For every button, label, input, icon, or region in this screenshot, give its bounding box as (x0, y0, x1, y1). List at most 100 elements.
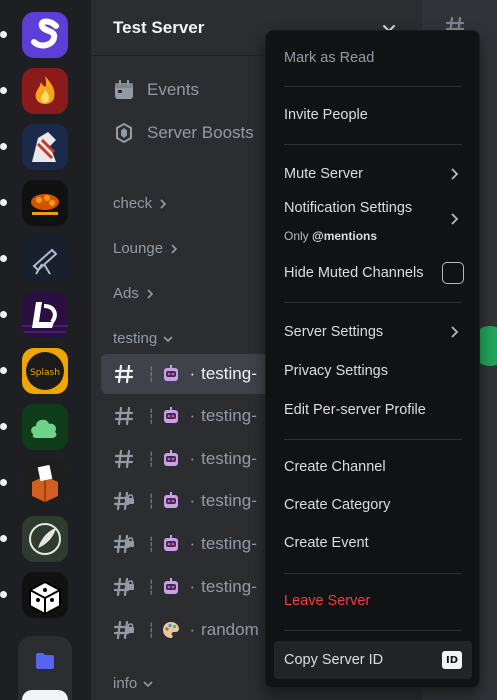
channel-name: testing- (201, 577, 257, 596)
unread-indicator (0, 31, 7, 38)
locked-hash-icon (113, 490, 135, 512)
invite-people-label: Invite People (284, 107, 368, 123)
server-icon-partial[interactable] (22, 690, 68, 700)
copy-server-id-item[interactable]: Copy Server ID ID (274, 641, 472, 679)
hide-muted-channels-item[interactable]: Hide Muted Channels (274, 256, 472, 290)
menu-divider (284, 439, 462, 440)
chevron-right-icon (171, 243, 178, 254)
create-channel-label: Create Channel (284, 459, 386, 475)
create-category-item[interactable]: Create Category (274, 488, 472, 522)
server-icon-telescope[interactable] (22, 236, 68, 282)
channel-name: testing- (201, 534, 257, 553)
copy-server-id-label: Copy Server ID (284, 652, 384, 668)
channel-separator: ┆ (147, 621, 156, 638)
server-icon-horse[interactable] (22, 124, 68, 170)
channel-separator: ┆ (147, 578, 156, 595)
server-boosts-label: Server Boosts (147, 123, 254, 142)
menu-divider (284, 144, 462, 145)
create-channel-item[interactable]: Create Channel (274, 450, 472, 484)
mute-server-item[interactable]: Mute Server (274, 157, 472, 191)
channel-bullet: · (189, 406, 196, 425)
unread-indicator (0, 143, 7, 150)
server-settings-label: Server Settings (284, 324, 384, 340)
hide-muted-checkbox[interactable] (442, 262, 464, 284)
mark-as-read-label: Mark as Read (284, 50, 375, 66)
category-label: testing (113, 330, 158, 347)
hide-muted-channels-label: Hide Muted Channels (284, 265, 424, 281)
category-info[interactable]: info (113, 675, 153, 692)
channel-name: random (201, 620, 259, 639)
unread-indicator (0, 311, 7, 318)
hash-icon (113, 448, 135, 470)
category-lounge[interactable]: Lounge (113, 240, 179, 257)
menu-divider (284, 573, 462, 574)
server-icon-feather[interactable] (22, 516, 68, 562)
channel-separator: ┆ (147, 535, 156, 552)
notification-settings-label: Notification Settings (284, 200, 413, 216)
menu-divider (284, 86, 462, 87)
server-name: Test Server (113, 18, 205, 37)
channel-bullet: · (189, 449, 196, 468)
svg-text:Splash: Splash (30, 368, 60, 378)
unread-indicator (0, 199, 7, 206)
locked-hash-icon (113, 533, 135, 555)
menu-divider (284, 630, 462, 631)
category-ads[interactable]: Ads (113, 285, 155, 302)
unread-indicator (0, 535, 7, 542)
palette-icon (163, 622, 180, 638)
server-icon-letter-l[interactable] (22, 292, 68, 338)
unread-indicator (0, 479, 7, 486)
channel-bullet: · (189, 364, 196, 383)
category-label: Lounge (113, 240, 164, 257)
server-boosts-link[interactable]: Server Boosts (113, 118, 254, 148)
server-settings-item[interactable]: Server Settings (274, 315, 472, 349)
chevron-right-icon (451, 213, 459, 225)
notification-settings-item[interactable]: Notification Settings (274, 196, 472, 225)
mark-as-read-item[interactable]: Mark as Read (274, 41, 472, 75)
hash-icon (113, 405, 135, 427)
edit-server-profile-item[interactable]: Edit Per-server Profile (274, 393, 472, 427)
unread-indicator (0, 87, 7, 94)
channel-name: testing- (201, 449, 257, 468)
channel-bullet: · (189, 534, 196, 553)
hash-icon (113, 363, 135, 385)
invite-people-item[interactable]: Invite People (274, 98, 472, 132)
server-icon-splash[interactable]: Splash (22, 348, 68, 394)
unread-indicator (0, 423, 7, 430)
server-icon-swirl[interactable] (22, 12, 68, 58)
server-rail: Splash (0, 0, 90, 700)
events-link[interactable]: Events (113, 75, 199, 105)
chevron-down-icon (163, 335, 173, 342)
unread-indicator (0, 367, 7, 374)
server-icon-ballot-box[interactable] (22, 460, 68, 506)
create-category-label: Create Category (284, 497, 391, 513)
channel-bullet: · (189, 620, 196, 639)
server-icon-dice[interactable] (22, 572, 68, 618)
chevron-right-icon (451, 326, 459, 338)
chevron-right-icon (451, 168, 459, 180)
chevron-down-icon (143, 680, 153, 687)
create-event-label: Create Event (284, 535, 369, 551)
create-event-item[interactable]: Create Event (274, 526, 472, 560)
events-label: Events (147, 80, 199, 99)
leave-server-item[interactable]: Leave Server (274, 584, 472, 618)
server-icon-cloud[interactable] (22, 404, 68, 450)
category-check[interactable]: check (113, 195, 168, 212)
robot-icon (164, 578, 179, 594)
robot-icon (164, 492, 179, 508)
robot-icon (164, 450, 179, 466)
channel-separator: ┆ (147, 407, 156, 424)
robot-icon (164, 407, 179, 423)
unread-indicator (0, 255, 7, 262)
category-label: info (113, 675, 138, 692)
server-icon-marketplace[interactable] (22, 180, 68, 226)
category-label: check (113, 195, 153, 212)
channel-name: testing- (201, 364, 257, 383)
server-icon-flame[interactable] (22, 68, 68, 114)
privacy-settings-item[interactable]: Privacy Settings (274, 354, 472, 388)
notification-sub-value: @mentions (312, 229, 378, 243)
channel-separator: ┆ (147, 492, 156, 509)
category-testing[interactable]: testing (113, 330, 173, 347)
calendar-icon (115, 80, 133, 99)
chevron-right-icon (160, 198, 167, 209)
